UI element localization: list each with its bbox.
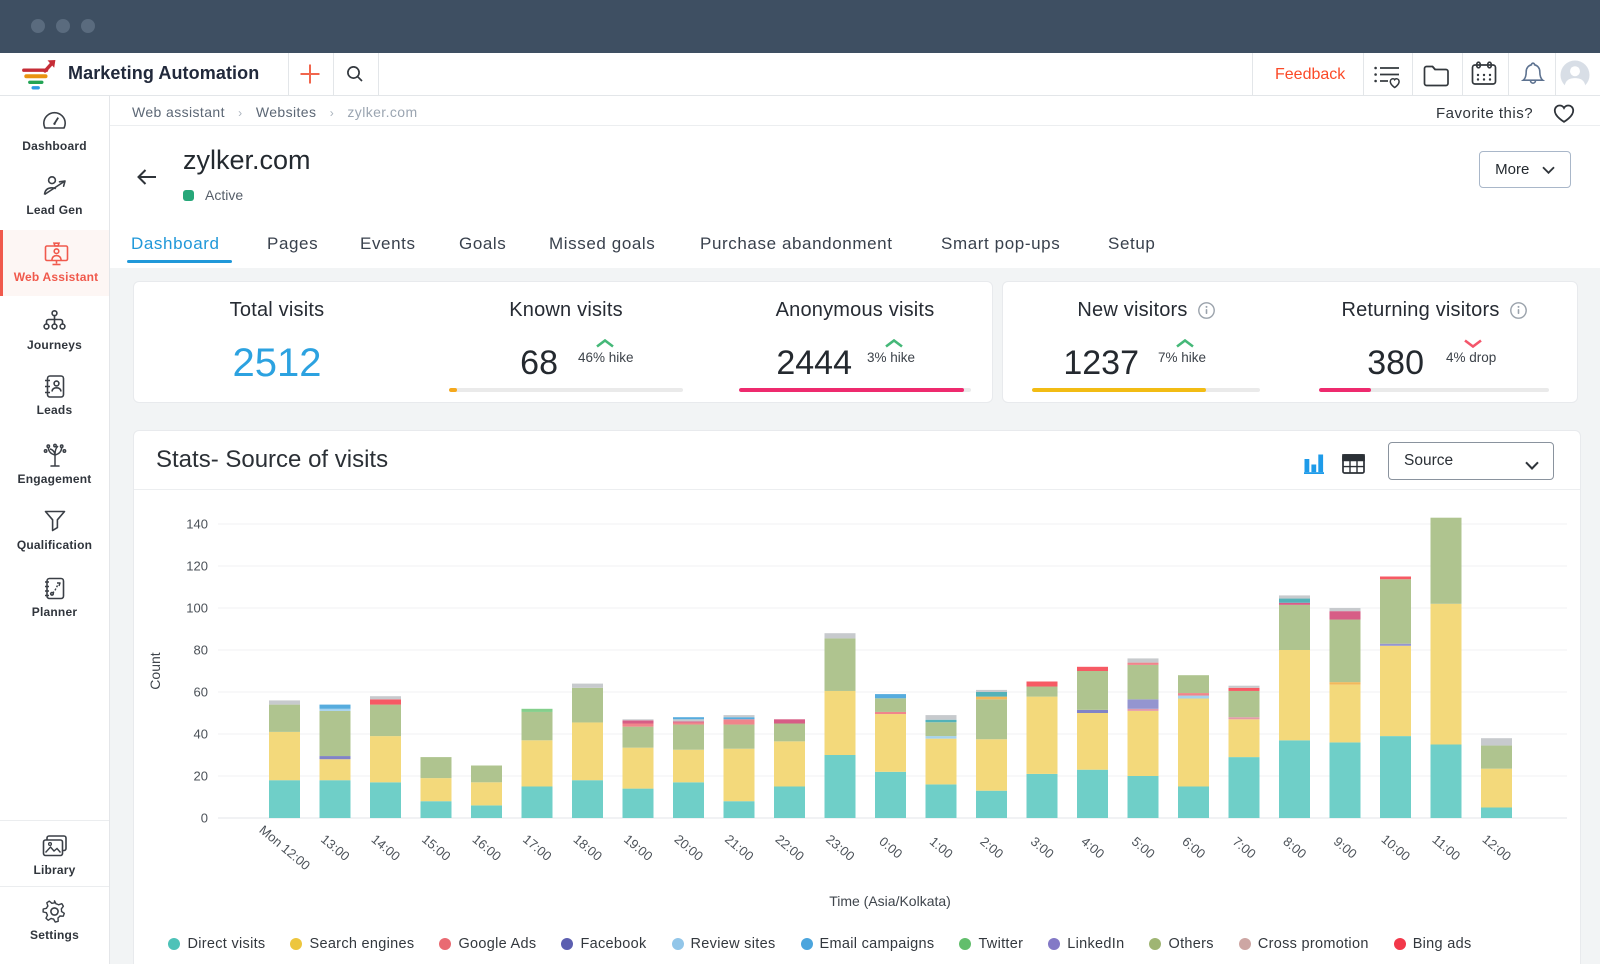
svg-text:10:00: 10:00: [1379, 831, 1414, 863]
svg-text:9:00: 9:00: [1331, 834, 1360, 862]
svg-text:16:00: 16:00: [470, 831, 505, 863]
svg-text:19:00: 19:00: [621, 831, 656, 863]
svg-text:7:00: 7:00: [1230, 834, 1259, 862]
svg-text:140: 140: [186, 517, 208, 532]
svg-text:14:00: 14:00: [369, 831, 404, 863]
svg-text:1:00: 1:00: [927, 834, 956, 862]
svg-text:8:00: 8:00: [1280, 834, 1309, 862]
svg-text:120: 120: [186, 559, 208, 574]
svg-text:12:00: 12:00: [1480, 831, 1515, 863]
svg-text:20: 20: [194, 769, 208, 784]
svg-text:Mon 12:00: Mon 12:00: [256, 822, 313, 873]
svg-text:5:00: 5:00: [1129, 834, 1158, 862]
svg-text:18:00: 18:00: [571, 831, 606, 863]
svg-text:60: 60: [194, 685, 208, 700]
svg-text:Count: Count: [147, 652, 163, 689]
svg-text:Time (Asia/Kolkata): Time (Asia/Kolkata): [829, 893, 951, 909]
svg-text:23:00: 23:00: [823, 831, 858, 863]
svg-text:15:00: 15:00: [419, 831, 454, 863]
svg-text:100: 100: [186, 601, 208, 616]
svg-text:17:00: 17:00: [520, 831, 555, 863]
svg-text:21:00: 21:00: [722, 831, 757, 863]
svg-text:13:00: 13:00: [318, 831, 353, 863]
svg-text:4:00: 4:00: [1078, 834, 1107, 862]
svg-text:20:00: 20:00: [672, 831, 707, 863]
svg-text:2:00: 2:00: [977, 834, 1006, 862]
svg-text:0:00: 0:00: [876, 834, 905, 862]
svg-text:3:00: 3:00: [1028, 834, 1057, 862]
svg-text:6:00: 6:00: [1179, 834, 1208, 862]
svg-text:40: 40: [194, 727, 208, 742]
svg-text:11:00: 11:00: [1429, 832, 1463, 864]
svg-text:0: 0: [201, 811, 208, 826]
svg-text:80: 80: [194, 643, 208, 658]
svg-text:22:00: 22:00: [773, 831, 808, 863]
